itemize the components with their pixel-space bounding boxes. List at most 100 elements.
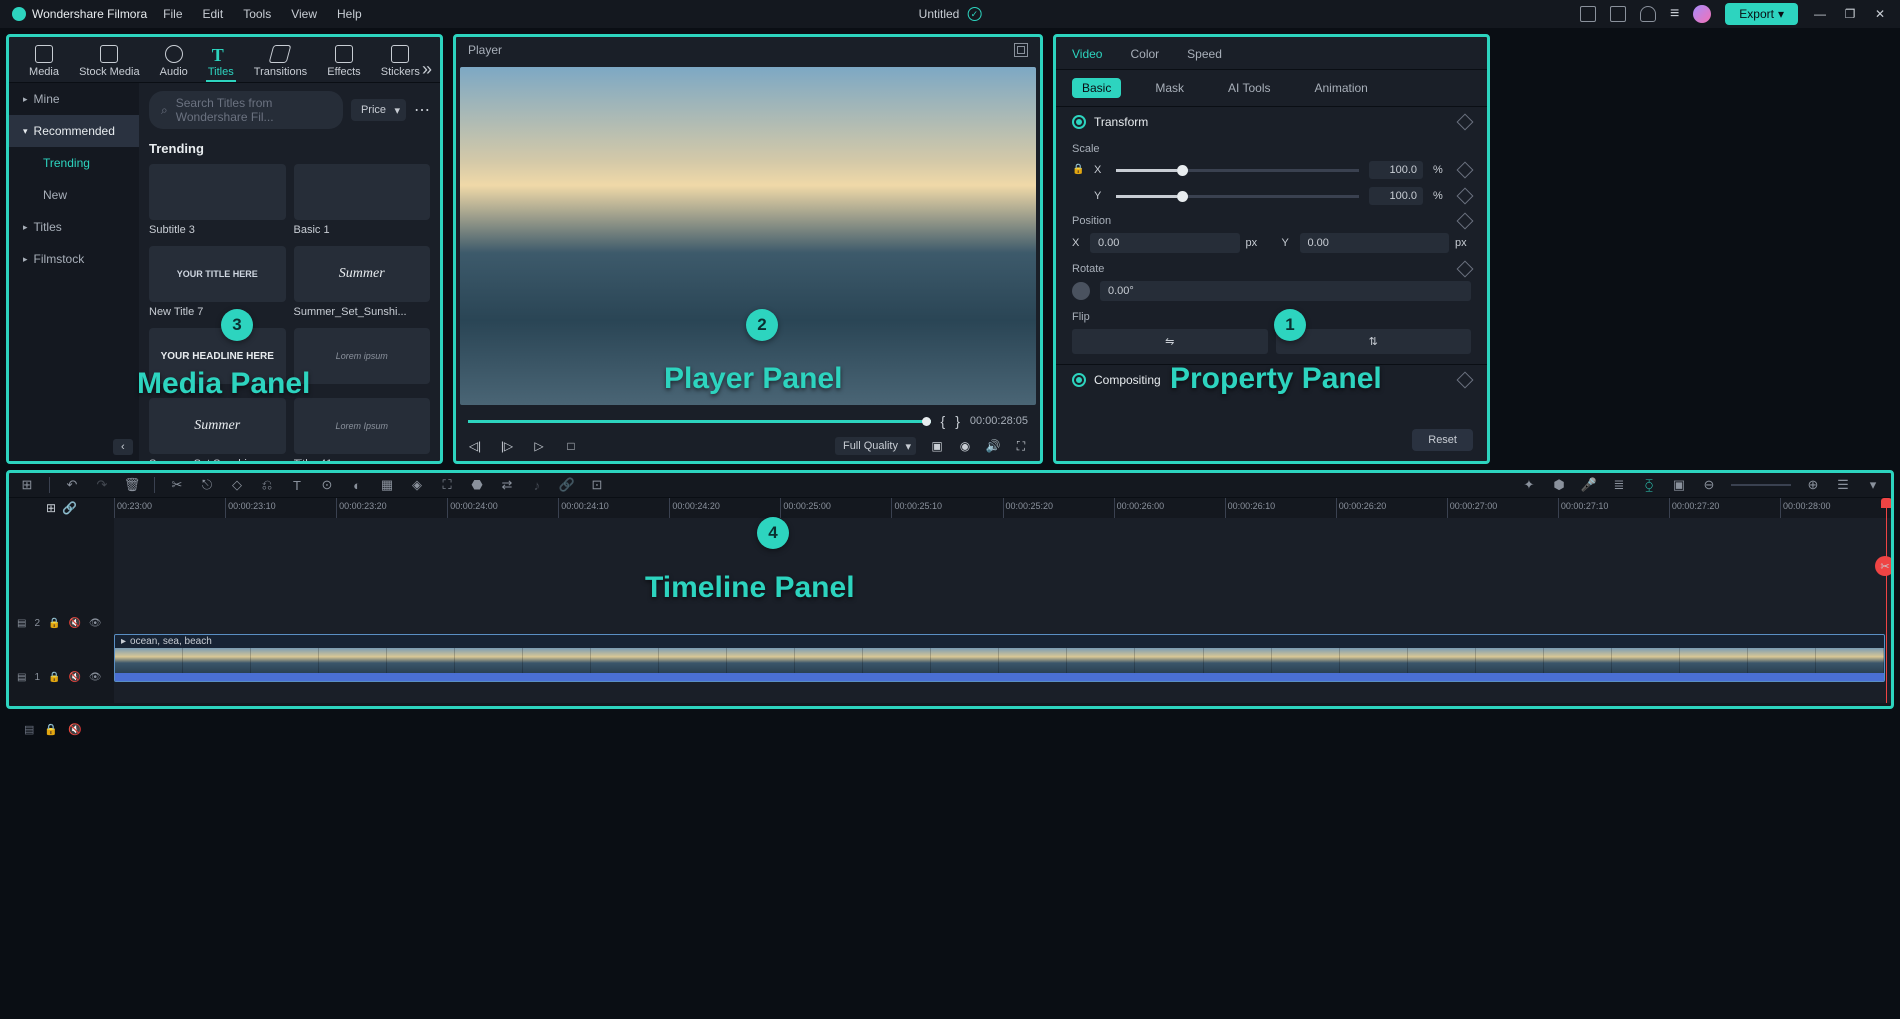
mic-icon[interactable]: 🎤: [1581, 477, 1597, 493]
position-y-input[interactable]: 0.00: [1300, 233, 1450, 253]
tab-titles[interactable]: TTitles: [208, 45, 234, 78]
tab-video[interactable]: Video: [1072, 47, 1102, 61]
zoom-slider[interactable]: [1731, 484, 1791, 486]
zoom-in-icon[interactable]: ⊕: [1805, 477, 1821, 493]
close-icon[interactable]: ✕: [1872, 7, 1888, 21]
timeline-ruler[interactable]: 00:23:0000:00:23:1000:00:23:2000:00:24:0…: [114, 498, 1891, 518]
compositing-toggle[interactable]: [1072, 373, 1086, 387]
extra-lock-icon[interactable]: 🔒: [44, 723, 58, 736]
rotate-input[interactable]: 0.00°: [1100, 281, 1471, 301]
lock-track-icon[interactable]: 🔒: [48, 672, 60, 683]
speed-icon[interactable]: ⊙: [319, 477, 335, 493]
hamburger-icon[interactable]: ≡: [1670, 5, 1679, 23]
tab-color[interactable]: Color: [1130, 47, 1159, 61]
title-thumb[interactable]: Lorem ipsum: [294, 328, 431, 388]
title-thumb[interactable]: SummerSummer_Set_Sunshi...: [294, 246, 431, 318]
marker2-icon[interactable]: ⬢: [1551, 477, 1567, 493]
undo-icon[interactable]: ↶: [64, 477, 80, 493]
maximize-icon[interactable]: ❐: [1842, 7, 1858, 21]
sidebar-item-new[interactable]: New: [9, 179, 139, 211]
text-icon[interactable]: T: [289, 477, 305, 493]
group-icon[interactable]: ⊡: [589, 477, 605, 493]
adjust-icon[interactable]: ⇄: [499, 477, 515, 493]
volume-icon[interactable]: 🔊: [986, 439, 1000, 453]
stop-icon[interactable]: □: [564, 439, 578, 453]
mute-icon[interactable]: 🔇: [68, 672, 80, 683]
prev-frame-icon[interactable]: ◁|: [468, 439, 482, 453]
compare-icon[interactable]: [1014, 43, 1028, 57]
play-icon[interactable]: ▷: [532, 439, 546, 453]
render-icon[interactable]: ✦: [1521, 477, 1537, 493]
player-viewport[interactable]: [460, 67, 1036, 405]
lock-tl-icon[interactable]: ▣: [1671, 477, 1687, 493]
tab-mask[interactable]: Mask: [1145, 78, 1194, 98]
cloud-icon[interactable]: [1640, 6, 1656, 22]
visibility-icon[interactable]: 👁: [89, 672, 102, 683]
mute-icon[interactable]: 🔇: [68, 618, 80, 629]
fit-icon[interactable]: ⛶: [439, 477, 455, 493]
scale-y-input[interactable]: 100.0: [1369, 187, 1423, 205]
track-head-2[interactable]: ▤2 🔒 🔇 👁: [9, 596, 114, 650]
playhead[interactable]: [1886, 498, 1887, 703]
tracks-more-icon[interactable]: ▾: [1865, 477, 1881, 493]
track-head-1[interactable]: ▤1 🔒 🔇 👁: [9, 650, 114, 704]
menu-tools[interactable]: Tools: [243, 7, 271, 21]
tab-effects[interactable]: Effects: [327, 45, 360, 78]
scale-x-reset-icon[interactable]: [1457, 162, 1474, 179]
tl-select-icon[interactable]: ⊞: [19, 477, 35, 493]
position-reset-icon[interactable]: [1457, 213, 1474, 230]
reset-button[interactable]: Reset: [1412, 429, 1473, 451]
save-icon[interactable]: [1610, 6, 1626, 22]
scale-x-slider[interactable]: [1116, 169, 1359, 172]
compositing-reset-icon[interactable]: [1457, 372, 1474, 389]
toggle-tracks-icon[interactable]: ⊞: [46, 501, 56, 515]
title-thumb[interactable]: YOUR TITLE HERENew Title 7: [149, 246, 286, 318]
rotate-reset-icon[interactable]: [1457, 261, 1474, 278]
lock-icon[interactable]: 🔒: [1072, 164, 1084, 176]
sidebar-item-mine[interactable]: ▸Mine: [9, 83, 139, 115]
transform-reset-icon[interactable]: [1457, 114, 1474, 131]
crop-icon[interactable]: ⎌: [259, 477, 275, 493]
extra-mute-icon[interactable]: 🔇: [68, 723, 82, 736]
timeline-tracks[interactable]: 00:23:0000:00:23:1000:00:23:2000:00:24:0…: [114, 498, 1891, 703]
rotate-dial[interactable]: [1072, 282, 1090, 300]
scale-y-reset-icon[interactable]: [1457, 188, 1474, 205]
magnet-icon[interactable]: ⧲: [1641, 477, 1657, 493]
delete-icon[interactable]: 🗑: [124, 477, 140, 493]
keyframe-icon[interactable]: ◈: [409, 477, 425, 493]
link-icon[interactable]: 🔗: [559, 477, 575, 493]
zoom-out-icon[interactable]: ⊖: [1701, 477, 1717, 493]
marker-icon[interactable]: ◇: [229, 477, 245, 493]
tab-basic[interactable]: Basic: [1072, 78, 1121, 98]
video-clip[interactable]: ▸ocean, sea, beach: [114, 634, 1885, 682]
tag-icon[interactable]: ⬣: [469, 477, 485, 493]
sidebar-item-recommended[interactable]: ▾Recommended: [9, 115, 139, 147]
sidebar-item-trending[interactable]: Trending: [9, 147, 139, 179]
avatar[interactable]: [1693, 5, 1711, 23]
split-icon[interactable]: ⎋: [199, 477, 215, 493]
title-thumb[interactable]: Subtitle 3: [149, 164, 286, 236]
lock-track-icon[interactable]: 🔒: [48, 618, 60, 629]
expand-tabs-icon[interactable]: »: [422, 59, 432, 80]
menu-edit[interactable]: Edit: [203, 7, 224, 21]
tracks-view-icon[interactable]: ☰: [1835, 477, 1851, 493]
title-thumb[interactable]: Basic 1: [294, 164, 431, 236]
green-screen-icon[interactable]: ▦: [379, 477, 395, 493]
tab-animation[interactable]: Animation: [1304, 78, 1377, 98]
audio-icon[interactable]: ♪: [529, 477, 545, 493]
tab-audio[interactable]: Audio: [160, 45, 188, 78]
price-dropdown[interactable]: Price: [351, 99, 406, 121]
minimize-icon[interactable]: —: [1812, 7, 1828, 21]
link-tracks-icon[interactable]: 🔗: [62, 501, 77, 515]
cut-badge-icon[interactable]: ✂: [1875, 556, 1891, 576]
scale-x-input[interactable]: 100.0: [1369, 161, 1423, 179]
position-x-input[interactable]: 0.00: [1090, 233, 1240, 253]
scale-y-slider[interactable]: [1116, 195, 1359, 198]
mixer-icon[interactable]: ≣: [1611, 477, 1627, 493]
player-progress[interactable]: [468, 420, 931, 423]
visibility-icon[interactable]: 👁: [89, 618, 102, 629]
title-thumb[interactable]: SummerSummer Set Sunshin...: [149, 398, 286, 461]
mark-in-icon[interactable]: {: [941, 413, 946, 429]
fullscreen-icon[interactable]: ⛶: [1014, 439, 1028, 453]
export-button[interactable]: Export▾: [1725, 3, 1798, 25]
